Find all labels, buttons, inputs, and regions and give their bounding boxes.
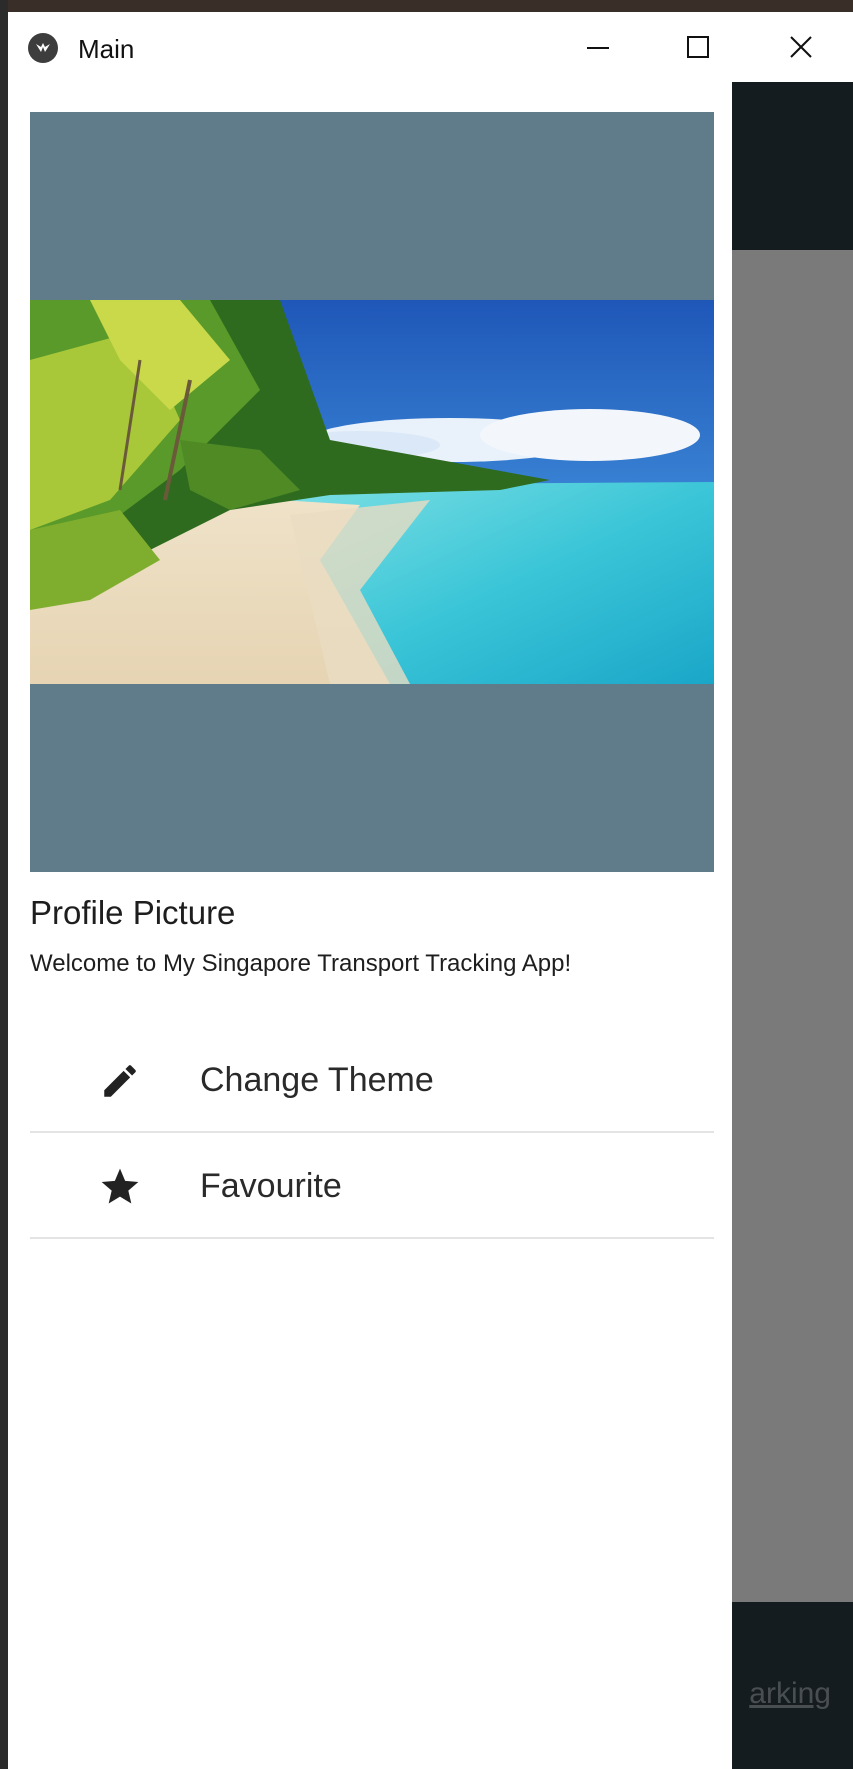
navigation-drawer: Profile Picture Welcome to My Singapore … — [8, 82, 732, 1769]
minimize-button[interactable] — [563, 22, 633, 72]
drawer-header-image — [30, 112, 714, 872]
window-title: Main — [78, 34, 135, 64]
drawer-item-change-theme[interactable]: Change Theme — [30, 1027, 714, 1133]
star-icon — [98, 1165, 142, 1209]
minimize-icon — [587, 47, 609, 49]
close-button[interactable] — [766, 22, 836, 72]
app-window: Main arking — [8, 12, 853, 1769]
close-icon — [790, 36, 812, 58]
drawer-item-favourite[interactable]: Favourite — [30, 1133, 714, 1239]
pencil-icon — [98, 1059, 142, 1103]
maximize-icon — [687, 36, 709, 58]
screen: Main arking — [0, 0, 853, 1769]
drawer-welcome-text: Welcome to My Singapore Transport Tracki… — [30, 950, 572, 977]
drawer-item-label: Change Theme — [200, 1061, 434, 1099]
drawer-item-label: Favourite — [200, 1167, 342, 1205]
maximize-button[interactable] — [663, 22, 733, 72]
drawer-header-title: Profile Picture — [30, 894, 236, 931]
desktop-background — [0, 0, 853, 12]
app-logo-icon — [28, 33, 58, 63]
beach-photo — [30, 300, 714, 684]
desktop-edge — [0, 0, 8, 1769]
title-bar[interactable]: Main — [8, 12, 853, 82]
